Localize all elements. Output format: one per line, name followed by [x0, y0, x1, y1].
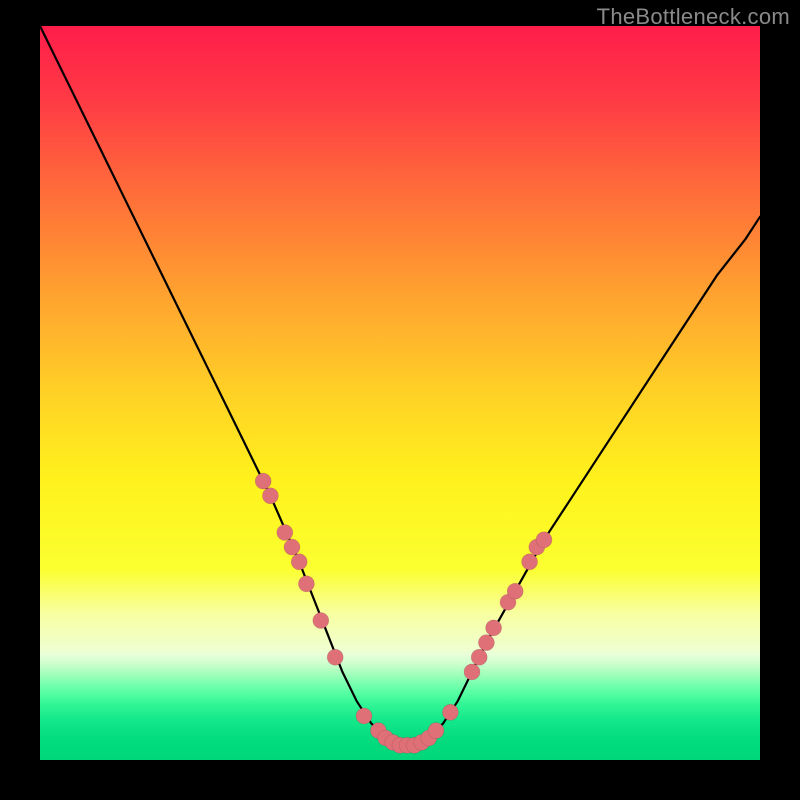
marker-dot: [327, 649, 343, 665]
curve-svg: [40, 26, 760, 760]
marker-dot: [536, 532, 552, 548]
marker-dot: [313, 613, 329, 629]
marker-dot: [486, 620, 502, 636]
marker-dot: [442, 704, 458, 720]
marker-group: [255, 473, 552, 753]
marker-dot: [262, 488, 278, 504]
marker-dot: [356, 708, 372, 724]
marker-dot: [522, 554, 538, 570]
marker-dot: [471, 649, 487, 665]
marker-dot: [464, 664, 480, 680]
marker-dot: [277, 525, 293, 541]
chart-stage: TheBottleneck.com: [0, 0, 800, 800]
marker-dot: [478, 635, 494, 651]
marker-dot: [255, 473, 271, 489]
marker-dot: [298, 576, 314, 592]
marker-dot: [507, 583, 523, 599]
plot-area: [40, 26, 760, 760]
marker-dot: [284, 539, 300, 555]
marker-dot: [428, 723, 444, 739]
marker-dot: [291, 554, 307, 570]
bottleneck-curve: [40, 26, 760, 745]
